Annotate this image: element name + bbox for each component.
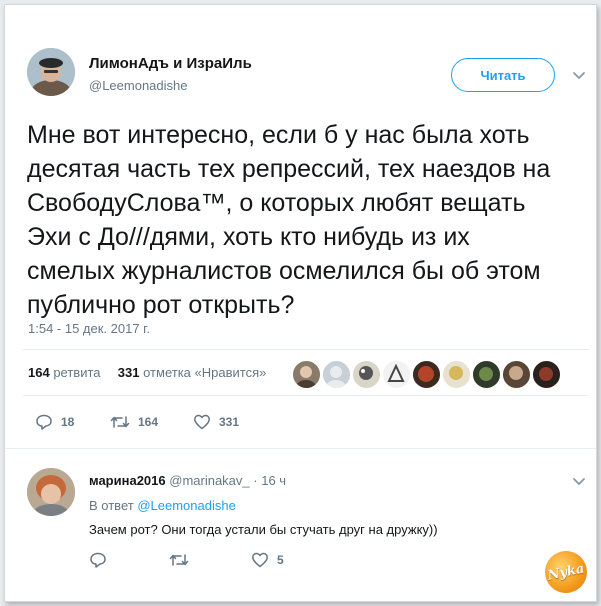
author-name[interactable]: ЛимонАдъ и ИзраИль	[89, 55, 252, 72]
divider	[23, 395, 589, 396]
in-reply-prefix: В ответ	[89, 498, 134, 513]
divider	[23, 349, 589, 350]
reply-count: 18	[61, 415, 75, 429]
retweets-label: ретвита	[53, 365, 101, 380]
reply-retweet-action[interactable]	[169, 551, 189, 569]
reply-author-handle[interactable]: @marinakav_	[169, 473, 249, 488]
retweet-icon	[169, 554, 189, 566]
reply-header: марина2016 @marinakav_ · 16 ч	[89, 473, 286, 488]
liker-avatar[interactable]	[352, 360, 381, 389]
likes-count[interactable]: 331	[118, 365, 140, 380]
chevron-down-icon[interactable]	[571, 473, 587, 489]
liker-avatar[interactable]	[442, 360, 471, 389]
follow-button[interactable]: Читать	[451, 58, 555, 92]
reply-icon	[90, 552, 106, 568]
reply-time[interactable]: · 16 ч	[253, 473, 286, 488]
retweet-action[interactable]: 164	[110, 413, 158, 431]
liker-avatar[interactable]	[532, 360, 561, 389]
like-count: 331	[219, 415, 240, 429]
in-reply-to: В ответ @Leemonadishe	[89, 498, 236, 513]
tweet-card: ЛимонАдъ и ИзраИль @Leemonadishe Читать …	[4, 4, 597, 602]
liker-avatar[interactable]	[502, 360, 531, 389]
likes-label: отметка «Нравится»	[143, 365, 267, 380]
author-handle[interactable]: @Leemonadishe	[89, 78, 187, 93]
tweet-timestamp[interactable]: 1:54 - 15 дек. 2017 г.	[28, 321, 150, 336]
reply-author-name[interactable]: марина2016	[89, 473, 166, 488]
reply-action[interactable]: 18	[35, 413, 74, 431]
liker-avatar[interactable]	[472, 360, 501, 389]
chevron-down-icon[interactable]	[571, 67, 587, 83]
liker-avatar[interactable]	[382, 360, 411, 389]
author-avatar[interactable]	[27, 48, 75, 96]
retweets-count[interactable]: 164	[28, 365, 50, 380]
retweet-icon	[110, 416, 130, 428]
retweet-count: 164	[138, 415, 159, 429]
reply-like-count: 5	[277, 553, 284, 567]
liker-avatar[interactable]	[292, 360, 321, 389]
heart-icon	[194, 414, 210, 430]
reply-reply-action[interactable]	[89, 551, 107, 569]
liker-avatar[interactable]	[322, 360, 351, 389]
reply-icon	[36, 414, 52, 430]
tweet-text: Мне вот интересно, если б у нас была хот…	[27, 121, 551, 319]
heart-icon	[252, 552, 268, 568]
reply-like-action[interactable]: 5	[251, 551, 284, 569]
watermark-logo: Nyka	[541, 547, 591, 597]
engagement-stats[interactable]: 164 ретвита 331 отметка «Нравится»	[28, 365, 266, 380]
reply-author-avatar[interactable]	[27, 468, 75, 516]
in-reply-handle-link[interactable]: @Leemonadishe	[137, 498, 235, 513]
reply-text: Зачем рот? Они тогда устали бы стучать д…	[89, 522, 438, 537]
divider	[5, 448, 596, 449]
like-action[interactable]: 331	[193, 413, 239, 431]
liker-avatar[interactable]	[412, 360, 441, 389]
